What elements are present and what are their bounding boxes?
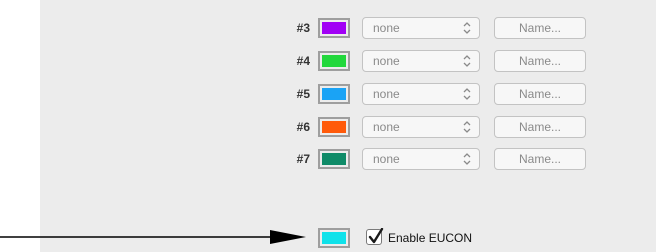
eucon-color-swatch[interactable] — [318, 228, 350, 248]
name-button[interactable]: Name... — [494, 83, 586, 105]
updown-arrows-icon — [463, 153, 471, 165]
updown-arrows-icon — [463, 88, 471, 100]
name-button[interactable]: Name... — [494, 148, 586, 170]
select-value: none — [373, 152, 400, 166]
row-label: #5 — [296, 87, 310, 101]
updown-arrows-icon — [463, 121, 471, 133]
select-value: none — [373, 54, 400, 68]
color-swatch[interactable] — [318, 18, 350, 38]
assignment-select[interactable]: none — [362, 50, 480, 72]
assignment-select[interactable]: none — [362, 17, 480, 39]
arrow-right-icon — [0, 230, 306, 244]
row-label: #7 — [296, 152, 310, 166]
assignment-select[interactable]: none — [362, 116, 480, 138]
color-swatch[interactable] — [318, 51, 350, 71]
row-label: #4 — [296, 54, 310, 68]
row-label: #3 — [296, 21, 310, 35]
name-button[interactable]: Name... — [494, 50, 586, 72]
color-swatch[interactable] — [318, 84, 350, 104]
name-button[interactable]: Name... — [494, 17, 586, 39]
updown-arrows-icon — [463, 55, 471, 67]
assignment-select[interactable]: none — [362, 83, 480, 105]
name-button[interactable]: Name... — [494, 116, 586, 138]
checkmark-icon — [368, 228, 384, 244]
color-swatch[interactable] — [318, 149, 350, 169]
select-value: none — [373, 87, 400, 101]
select-value: none — [373, 120, 400, 134]
color-swatch[interactable] — [318, 117, 350, 137]
assignment-select[interactable]: none — [362, 148, 480, 170]
row-label: #6 — [296, 120, 310, 134]
enable-eucon-checkbox[interactable] — [366, 228, 384, 245]
updown-arrows-icon — [463, 22, 471, 34]
enable-eucon-label[interactable]: Enable EUCON — [388, 229, 472, 247]
select-value: none — [373, 21, 400, 35]
